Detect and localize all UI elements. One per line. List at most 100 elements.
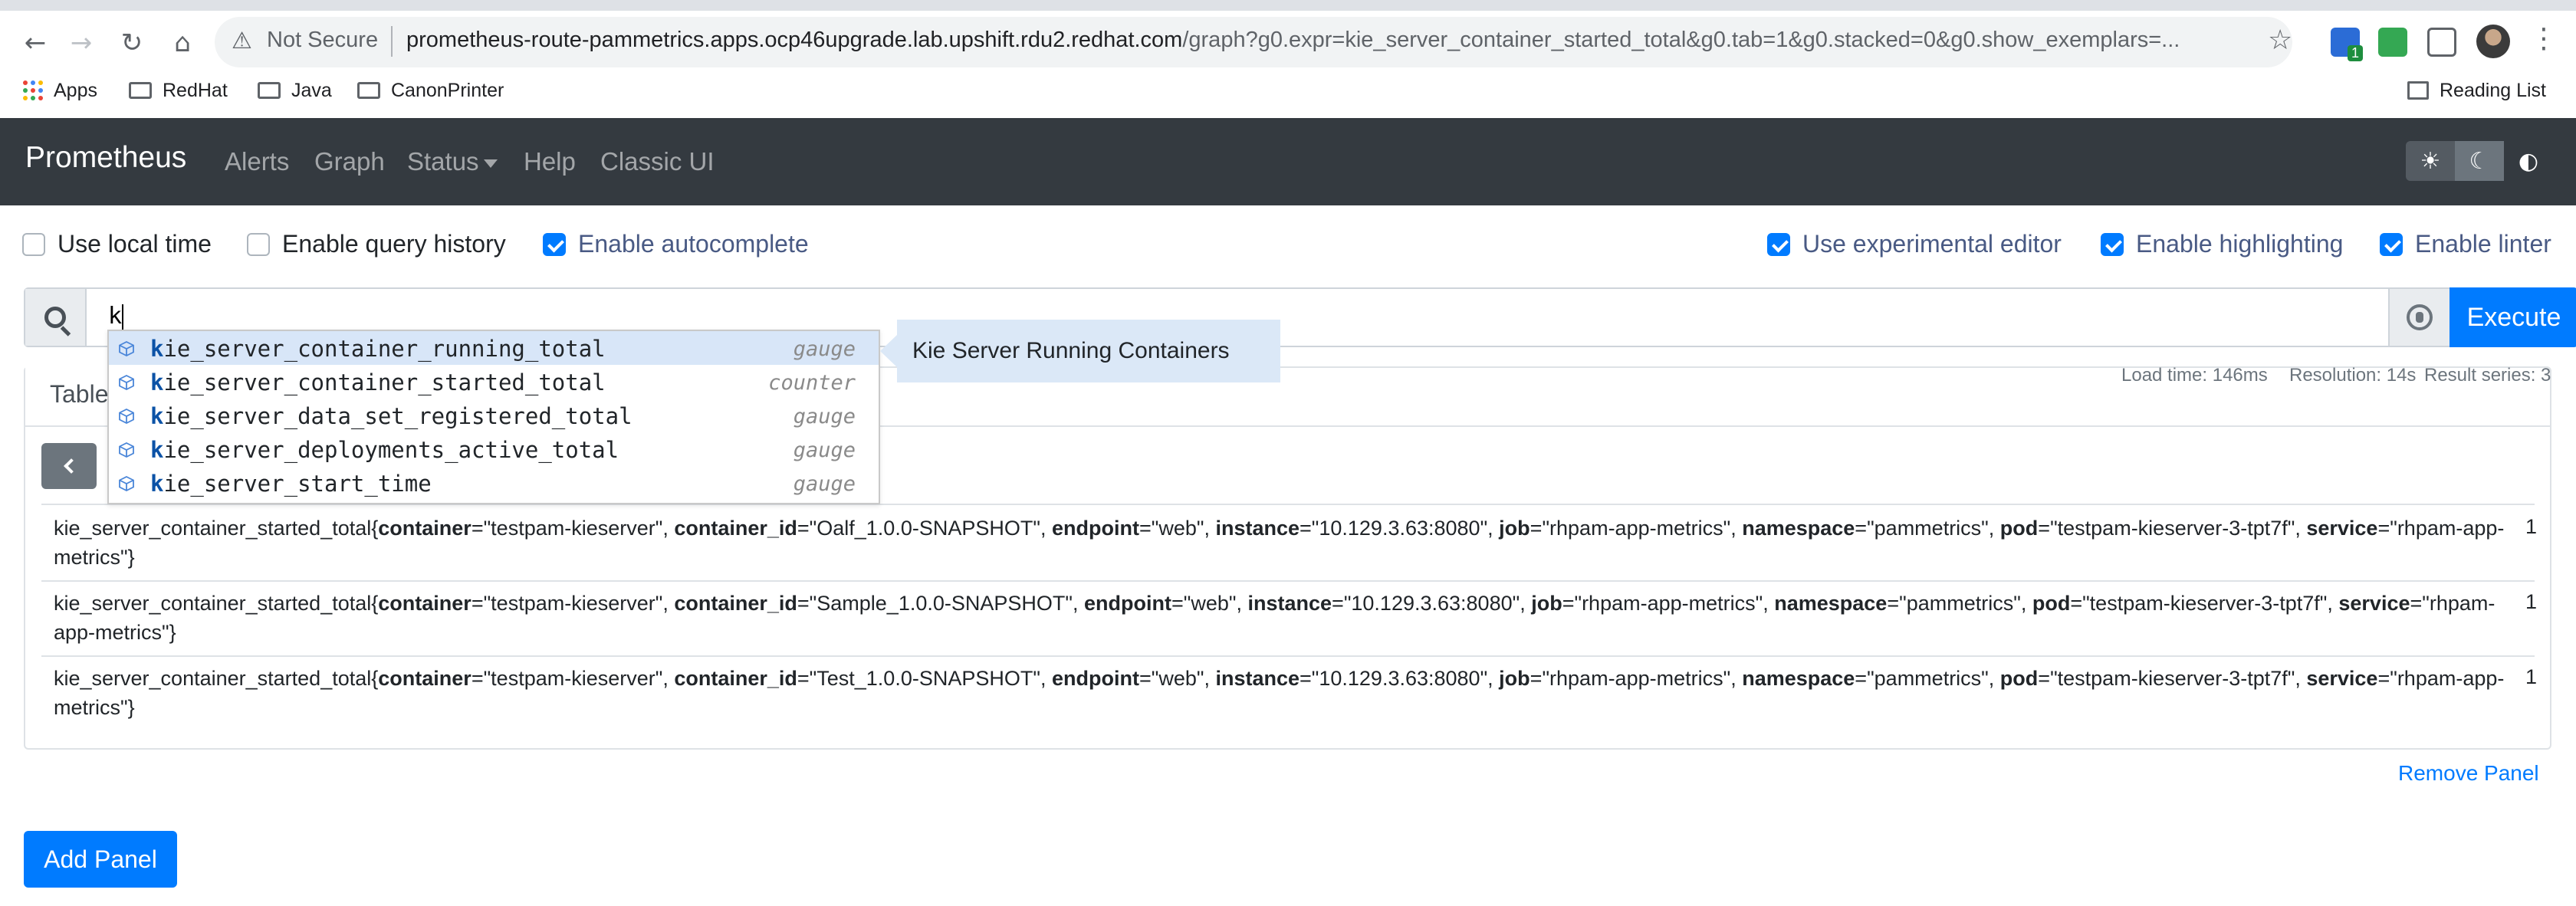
label-key: namespace [1742, 667, 1855, 690]
label-sep: , [1236, 592, 1248, 615]
reading-list[interactable]: Reading List [2407, 74, 2546, 107]
row-divider [41, 655, 2535, 657]
contrast-icon[interactable]: ◐ [2504, 141, 2553, 181]
extensions-puzzle-icon[interactable] [2427, 28, 2456, 57]
label-sep: , [2295, 517, 2307, 540]
option-label: Enable linter [2415, 230, 2551, 258]
add-panel-button[interactable]: Add Panel [24, 831, 177, 888]
nav-classic-ui[interactable]: Classic UI [600, 147, 715, 176]
label-key: pod [1999, 517, 2039, 540]
url-text[interactable]: prometheus-route-pammetrics.apps.ocp46up… [406, 28, 2254, 53]
browser-menu-icon[interactable]: ⋮ [2530, 23, 2558, 54]
metric-cube-icon [118, 374, 135, 391]
series-value: 1 [2525, 515, 2538, 538]
search-icon [44, 307, 66, 328]
forward-icon[interactable]: → [61, 23, 101, 63]
profile-avatar[interactable] [2476, 25, 2510, 58]
execute-button[interactable]: Execute [2450, 287, 2576, 347]
search-icon-addon [25, 289, 87, 346]
label-value: "web" [1183, 592, 1237, 615]
metric-rest: ie_server_data_set_registered_total [163, 403, 632, 429]
metric-cube-icon [118, 442, 135, 458]
checkbox[interactable] [247, 232, 270, 256]
label-sep: , [1730, 667, 1743, 690]
brand[interactable]: Prometheus [25, 141, 186, 175]
back-icon[interactable]: ← [15, 23, 55, 63]
metric-name: kie_server_container_started_total [54, 517, 372, 540]
bookmark-java[interactable]: Java [258, 74, 332, 107]
label-eq: = [1332, 592, 1344, 615]
autocomplete-item[interactable]: kie_server_data_set_registered_total gaug… [109, 399, 879, 432]
text-cursor [122, 304, 124, 330]
bookmarks-bar: Apps RedHat Java CanonPrinter Reading Li… [0, 74, 2576, 107]
bookmark-canonprinter[interactable]: CanonPrinter [357, 74, 504, 107]
checkbox[interactable] [543, 232, 566, 256]
label-value: "testpam-kieserver-3-tpt7f" [2082, 592, 2328, 615]
label-sep: , [1072, 592, 1084, 615]
option-use-local-time[interactable]: Use local time [22, 230, 212, 258]
brace: } [127, 546, 135, 569]
label-value: "Oalf_1.0.0-SNAPSHOT" [809, 517, 1040, 540]
bookmark-label: CanonPrinter [391, 79, 504, 101]
label-value: "testpam-kieserver-3-tpt7f" [2050, 517, 2295, 540]
checkbox[interactable] [2101, 232, 2124, 256]
label-sep: , [662, 517, 675, 540]
label-eq: = [2038, 667, 2051, 690]
bookmark-apps[interactable]: Apps [23, 74, 97, 107]
label-eq: = [2377, 667, 2390, 690]
load-time: Load time: 146ms [2121, 365, 2268, 386]
bookmark-star-icon[interactable]: ☆ [2268, 25, 2292, 56]
navbar: Prometheus Alerts Graph Status Help Clas… [0, 118, 2576, 205]
table-row: kie_server_container_started_total{conta… [54, 664, 2507, 722]
autocomplete-item[interactable]: kie_server_container_started_total counte… [109, 365, 879, 399]
label-sep: , [1520, 592, 1532, 615]
option-enable-query-history[interactable]: Enable query history [247, 230, 506, 258]
autocomplete-item[interactable]: kie_server_start_time gauge [109, 466, 879, 500]
warning-icon[interactable]: ⚠ [232, 28, 252, 54]
option-enable-highlighting[interactable]: Enable highlighting [2101, 230, 2343, 258]
label-sep: , [1730, 517, 1743, 540]
label-sep: , [1040, 517, 1052, 540]
security-label[interactable]: Not Secure [267, 28, 378, 53]
eval-time-prev-button[interactable] [41, 443, 97, 489]
extension-grid-icon[interactable] [2378, 28, 2407, 57]
metric-rest: ie_server_start_time [163, 471, 432, 497]
autocomplete-item[interactable]: kie_server_container_running_total gauge [109, 331, 879, 365]
brace: { [371, 592, 379, 615]
label-value: "Test_1.0.0-SNAPSHOT" [809, 667, 1040, 690]
label-value: "10.129.3.63:8080" [1343, 592, 1520, 615]
autocomplete-item[interactable]: kie_server_deployments_active_total gauge [109, 432, 879, 466]
label-key: container_id [674, 592, 797, 615]
nav-graph[interactable]: Graph [314, 147, 385, 176]
label-key: container [378, 517, 472, 540]
extension-bookmark-icon[interactable]: 1 [2331, 28, 2363, 61]
moon-icon[interactable]: ☾ [2455, 141, 2504, 181]
reload-icon[interactable]: ↻ [112, 23, 152, 63]
option-enable-autocomplete[interactable]: Enable autocomplete [543, 230, 809, 258]
sun-icon[interactable]: ☀ [2406, 141, 2455, 181]
metrics-explorer-button[interactable] [2388, 289, 2450, 346]
autocomplete-metric-name: kie_server_data_set_registered_total [150, 403, 632, 429]
label-value: "pammetrics" [1899, 592, 2021, 615]
bookmark-redhat[interactable]: RedHat [129, 74, 228, 107]
label-sep: , [1204, 667, 1216, 690]
label-value: "pammetrics" [1867, 667, 1989, 690]
checkbox[interactable] [1767, 232, 1790, 256]
nav-status[interactable]: Status [407, 147, 498, 176]
expression-input[interactable]: k [108, 303, 124, 330]
option-enable-linter[interactable]: Enable linter [2380, 230, 2551, 258]
remove-panel-link[interactable]: Remove Panel [2398, 761, 2539, 786]
label-eq: = [1855, 517, 1868, 540]
nav-alerts[interactable]: Alerts [225, 147, 289, 176]
brace: } [127, 696, 135, 719]
match-highlight: k [150, 471, 164, 497]
label-eq: = [471, 667, 484, 690]
checkbox[interactable] [22, 232, 45, 256]
home-icon[interactable]: ⌂ [163, 23, 202, 63]
label-eq: = [2038, 517, 2051, 540]
checkbox[interactable] [2380, 232, 2403, 256]
nav-help[interactable]: Help [524, 147, 576, 176]
label-value: "rhpam-app-metrics" [1542, 667, 1731, 690]
label-key: pod [2032, 592, 2071, 615]
option-use-experimental-editor[interactable]: Use experimental editor [1767, 230, 2062, 258]
